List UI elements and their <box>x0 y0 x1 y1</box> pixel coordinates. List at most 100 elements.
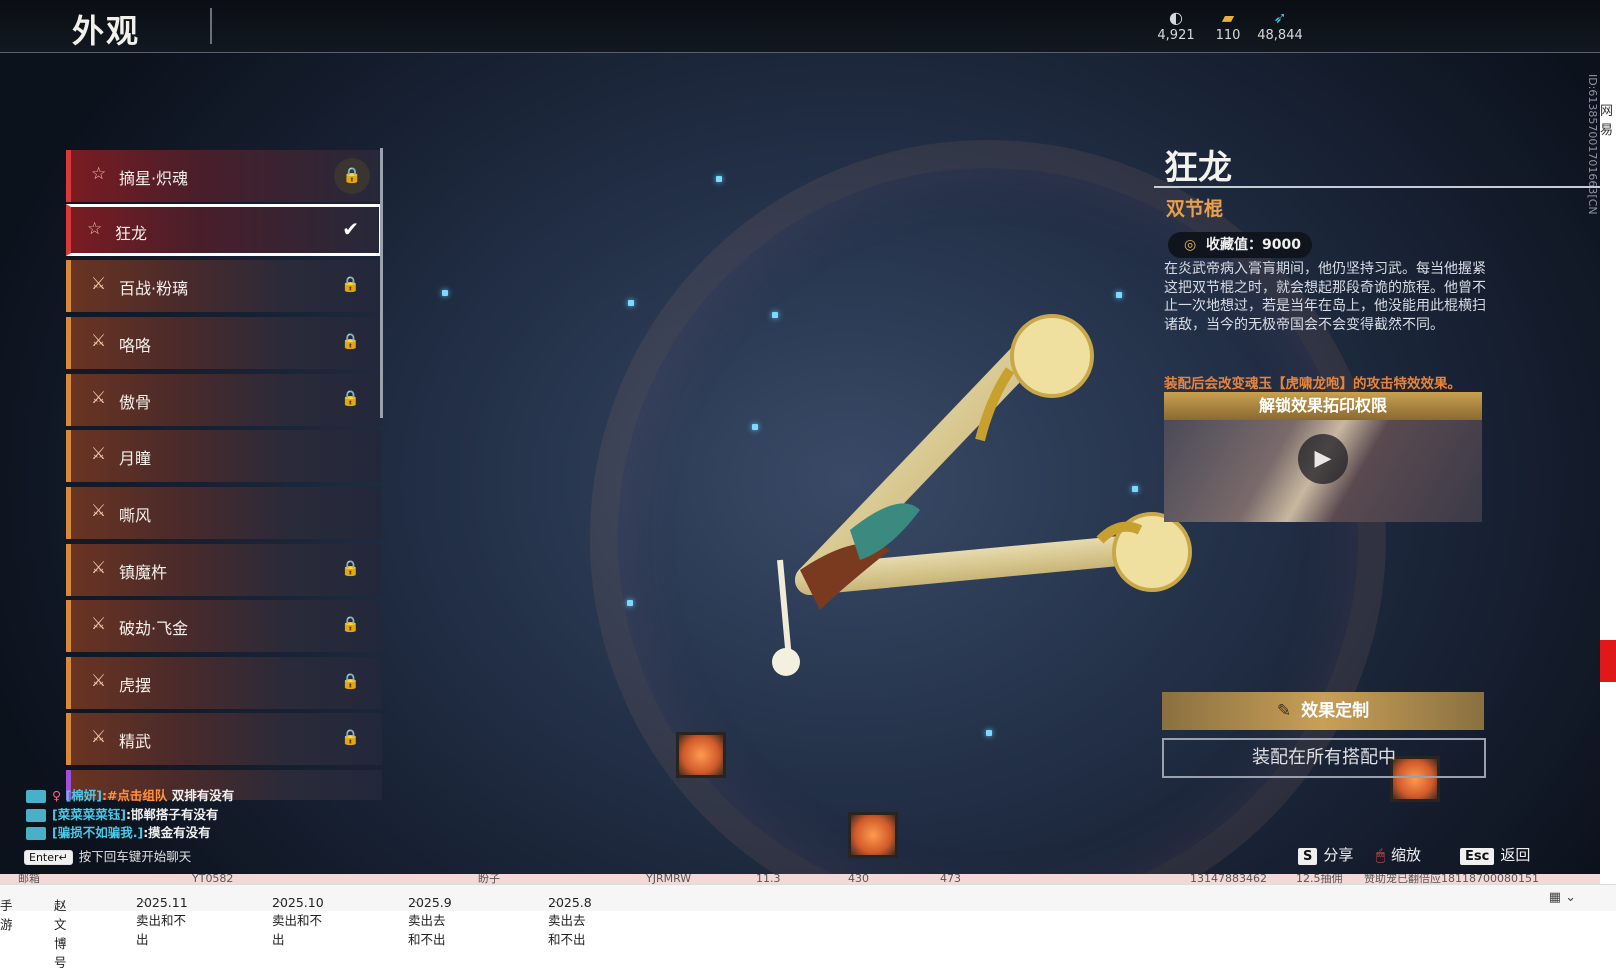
cell: 赞助宠已翻倍应18118700080151 <box>1364 874 1539 884</box>
share-hotkey[interactable]: S 分享 <box>1298 844 1353 865</box>
chevron-down-icon: ⌄ <box>412 895 421 906</box>
player-id: ID:613857001701663[CN] <box>1586 74 1599 214</box>
grid-view-icon[interactable]: ▦ ⌄ <box>1549 890 1576 905</box>
unlock-effect-panel[interactable]: 解锁效果拓印权限 ▶ <box>1164 392 1482 522</box>
item-description: 在炎武帝病入膏肓期间，他仍坚持习武。每当他握紧这把双节棍之时，就会想起那段奇诡的… <box>1164 261 1486 333</box>
list-item-label: 精武 <box>119 732 152 751</box>
list-scrollbar[interactable] <box>380 148 383 418</box>
unlock-title: 解锁效果拓印权限 <box>1164 392 1482 420</box>
side-text: 网易 <box>1600 104 1614 138</box>
list-item-label: 咯咯 <box>119 336 152 355</box>
list-item[interactable]: ⚔ 虎摆 🔒 <box>66 657 382 709</box>
cell: 邮箱 <box>18 874 40 884</box>
cross-swords-icon: ⚔ <box>91 614 107 634</box>
chevron-down-icon: ⌄ <box>4 895 13 906</box>
back-hotkey[interactable]: Esc 返回 <box>1460 844 1530 865</box>
list-item-label: 傲骨 <box>119 393 152 412</box>
currency-value: 110 <box>1215 28 1241 43</box>
collection-value-badge: ◎ 收藏值：9000 <box>1168 232 1312 258</box>
chat-line[interactable]: [菜菜菜菜钰]:邯郸搭子有没有 <box>26 804 218 823</box>
chat-message: 双排有没有 <box>167 788 235 803</box>
cell: 473 <box>940 874 961 884</box>
list-item[interactable]: ⚔ 精武 🔒 <box>66 713 382 765</box>
lock-icon: 🔒 <box>341 332 360 350</box>
list-item[interactable]: ⚔ 镇魔杵 🔒 <box>66 544 382 596</box>
chat-channel-icon <box>26 827 46 840</box>
lock-icon: 🔒 <box>341 672 360 690</box>
female-icon: ♀ <box>52 788 62 803</box>
chevron-down-icon: ⌄ <box>552 895 561 906</box>
currency-gold: ▰ 110 <box>1198 8 1258 43</box>
equip-all-button[interactable]: 装配在所有搭配中 <box>1162 738 1486 778</box>
top-bar: 外观 ◐ 4,921 ▰ 110 ➶ 48,844 <box>0 0 1600 53</box>
effect-preview-video[interactable]: ▶ <box>1164 420 1482 522</box>
effect-custom-button[interactable]: ✎ 效果定制 <box>1162 692 1484 730</box>
gold-ingot-icon: ▰ <box>1221 8 1235 27</box>
list-item-label: 月瞳 <box>119 449 152 468</box>
chat-link[interactable]: :#点击组队 <box>102 788 167 803</box>
appearance-list: ☆ 摘星·炽魂 🔒 ☆ 狂龙 ✔ ⚔ 百战·粉璃 🔒 ⚔ 咯咯 🔒 ⚔ 傲骨 🔒… <box>66 150 386 800</box>
item-name: 狂龙 <box>1164 148 1232 188</box>
list-item[interactable]: ⚔ 破劫·飞金 🔒 <box>66 600 382 652</box>
key-badge: S <box>1298 848 1318 865</box>
cross-swords-icon: ⚔ <box>91 274 107 294</box>
hotkey-label: 缩放 <box>1391 846 1422 864</box>
chat-line[interactable]: [骗损不如骗我.]:摸金有没有 <box>26 822 211 841</box>
list-item-label: 嘶风 <box>119 506 152 525</box>
list-item[interactable]: ☆ 摘星·炽魂 🔒 <box>66 150 382 202</box>
cell: 12.5抽佣 <box>1296 874 1343 884</box>
cross-swords-icon: ⚔ <box>91 558 107 578</box>
hotkey-label: 分享 <box>1323 846 1354 864</box>
chat-channel-icon <box>26 809 46 822</box>
cross-swords-icon: ⚔ <box>91 331 107 351</box>
game-screen: 外观 ◐ 4,921 ▰ 110 ➶ 48,844 ID:61385700170… <box>0 0 1600 904</box>
chat-hint[interactable]: Enter↵ 按下回车键开始聊天 <box>24 846 191 865</box>
side-red-tab[interactable] <box>1600 640 1616 682</box>
chat-line[interactable]: ♀ [棉妍]:#点击组队 双排有没有 <box>26 785 234 804</box>
check-icon: ✔ <box>342 217 359 241</box>
cell: 盼子 <box>478 874 500 884</box>
list-item-label: 百战·粉璃 <box>119 279 189 298</box>
chat-hint-text: 按下回车键开始聊天 <box>78 849 192 864</box>
chevron-down-icon: ⌄ <box>58 895 67 906</box>
spreadsheet-row: 邮箱 YT0582 盼子 YJRMRW 11.3 430 473 1314788… <box>0 874 1600 884</box>
chat-message: :邯郸搭子有没有 <box>125 807 219 822</box>
chat-sender[interactable]: [骗损不如骗我.] <box>52 825 143 840</box>
page-title: 外观 <box>72 12 141 50</box>
chat-sender[interactable]: [菜菜菜菜钰] <box>52 807 126 822</box>
currency-value: 4,921 <box>1157 28 1195 43</box>
cell: 430 <box>848 874 869 884</box>
item-type: 双节棍 <box>1166 198 1224 220</box>
list-item-label: 破劫·飞金 <box>119 619 189 638</box>
play-icon[interactable]: ▶ <box>1298 434 1348 484</box>
list-item[interactable]: ⚔ 嘶风 <box>66 487 382 539</box>
list-item[interactable]: ⚔ 月瞳 <box>66 430 382 482</box>
zoom-hotkey[interactable]: 🖱 缩放 <box>1376 844 1421 865</box>
effect-note: 装配后会改变魂玉【虎啸龙咆】的攻击特效效果。 <box>1164 376 1461 392</box>
cross-swords-icon: ⚔ <box>91 727 107 747</box>
particle <box>442 290 448 296</box>
particle <box>627 600 633 606</box>
lantern <box>676 732 726 778</box>
lock-icon: 🔒 <box>341 728 360 746</box>
list-item-label: 虎摆 <box>119 676 152 695</box>
name-underline <box>1154 186 1600 188</box>
cross-swords-icon: ⚔ <box>91 444 107 464</box>
list-item-label: 摘星·炽魂 <box>119 169 189 188</box>
currency-feather: ➶ 48,844 <box>1250 8 1310 43</box>
cell: 13147883462 <box>1190 874 1267 884</box>
feather-icon: ➶ <box>1273 8 1287 27</box>
list-item[interactable]: ⚔ 咯咯 🔒 <box>66 317 382 369</box>
lock-icon: 🔒 <box>341 275 360 293</box>
chat-channel-icon <box>26 790 46 803</box>
enter-key: Enter↵ <box>24 850 73 865</box>
chat-sender[interactable]: [棉妍] <box>66 788 102 803</box>
list-item[interactable]: ⚔ 百战·粉璃 🔒 <box>66 260 382 312</box>
list-item[interactable]: ⚔ 傲骨 🔒 <box>66 374 382 426</box>
chat-message: :摸金有没有 <box>143 825 211 840</box>
lock-icon: 🔒 <box>341 389 360 407</box>
collection-icon: ◎ <box>1184 237 1197 253</box>
chevron-down-icon: ⌄ <box>276 895 285 906</box>
lock-icon: 🔒 <box>341 559 360 577</box>
list-item-selected[interactable]: ☆ 狂龙 ✔ <box>66 204 382 256</box>
